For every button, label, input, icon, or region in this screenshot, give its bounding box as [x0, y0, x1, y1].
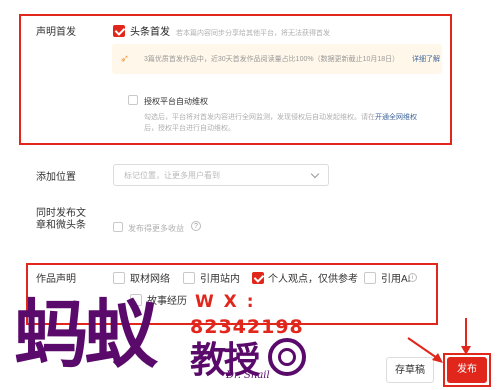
statement-option-label: 个人观点，仅供参考: [268, 274, 358, 285]
help-icon[interactable]: ?: [191, 221, 201, 231]
watermark-sub2: Dr. Snail: [226, 370, 270, 381]
watermark-logo-inner: [278, 348, 296, 366]
banner-link[interactable]: 详细了解: [412, 54, 440, 64]
sync-label: 同时发布文章和微头条: [36, 208, 86, 231]
statement-option-label: 取材网络: [130, 274, 170, 285]
watermark-brand: 蚂蚁: [14, 292, 158, 378]
location-label: 添加位置: [36, 172, 76, 183]
auto-rights-desc-text: 勾选后，平台将对首发内容进行全网监测，发现侵权后自动发起维权。请在: [144, 114, 375, 121]
statement-option-label: 引用站内: [200, 274, 240, 285]
statement-option-checkbox[interactable]: [364, 272, 376, 284]
location-placeholder: 标记位置，让更多用户看到: [124, 171, 220, 180]
auto-rights-checkbox[interactable]: [128, 95, 138, 105]
sync-checkbox[interactable]: [113, 222, 123, 232]
first-publish-banner: ➶ 3篇优质首发作品中，近30天首发作品阅读量占比100%（数据更新截止10月1…: [112, 44, 442, 74]
statement-option-checkbox[interactable]: [183, 272, 195, 284]
watermark-logo: [268, 338, 306, 376]
declaration-first-label: 声明首发: [36, 27, 76, 38]
auto-rights-desc-text-2: 后，授权平台进行自动维权。: [144, 125, 235, 132]
work-statement-label: 作品声明: [36, 274, 76, 285]
watermark-wx-label: W X :: [195, 292, 256, 312]
statement-option-checkbox[interactable]: [113, 272, 125, 284]
statement-option-checkbox[interactable]: [252, 272, 264, 284]
rocket-icon: ➶: [120, 53, 130, 65]
watermark-wx-number: 82342198: [190, 316, 304, 338]
first-publish-desc: 若本篇内容同步分享给其他平台，将无法获得首发: [176, 30, 330, 37]
first-publish-checkbox[interactable]: [113, 25, 125, 37]
save-draft-button[interactable]: 存草稿: [386, 357, 434, 383]
publish-button[interactable]: 发布: [447, 357, 487, 383]
info-icon[interactable]: i: [408, 273, 417, 282]
auto-rights-label: 授权平台自动维权: [144, 97, 208, 106]
banner-text: 3篇优质首发作品中，近30天首发作品阅读量占比100%（数据更新截止10月18日…: [144, 56, 400, 63]
statement-option-label: 引用AI: [381, 274, 411, 285]
sync-option-label: 发布得更多收益: [128, 224, 184, 233]
location-select[interactable]: 标记位置，让更多用户看到: [113, 164, 329, 186]
enable-rights-link[interactable]: 开通全网维权: [375, 114, 417, 121]
chevron-down-icon: [310, 169, 320, 179]
auto-rights-desc: 勾选后，平台将对首发内容进行全网监测，发现侵权后自动发起维权。请在开通全网维权 …: [144, 112, 444, 134]
first-publish-label: 头条首发: [130, 27, 170, 38]
